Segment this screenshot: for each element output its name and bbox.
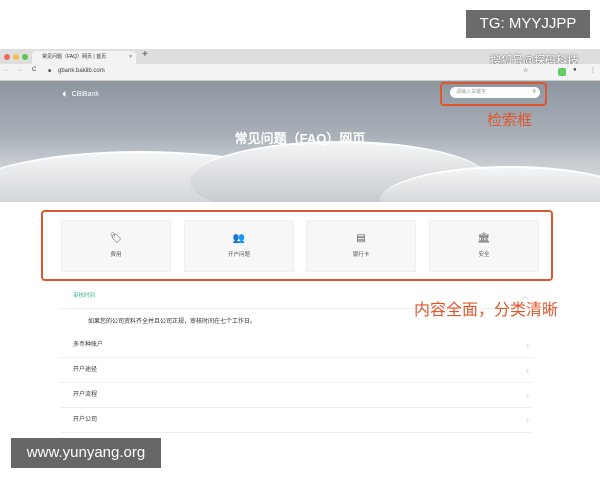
faq-answer: 如果您的公司资料齐全并且公司正规，审核时间在七个工作日。 [88,319,257,325]
category-label: 银行卡 [352,252,370,258]
bank-icon: 🏛 [477,233,491,244]
content-annotation: 内容全面，分类清晰 [414,302,559,319]
watermark: www.yunyang.org [11,438,161,468]
faq-item[interactable]: 多币种账户 › [60,333,533,358]
close-tab-icon[interactable]: × [129,51,132,64]
search-annotation: 检索框 [487,112,533,129]
lock-icon: ■ [48,68,52,74]
browser-tab-bar: 常见问题（FAQ）网页 | 首页 × + 搜狐号@探码科技 [0,49,600,67]
faq-title: 开户公司 [73,417,98,423]
forward-icon[interactable]: → [17,67,23,73]
logo-text: CBiBank [71,90,99,98]
users-icon: 👥 [232,233,246,244]
logo-icon: ◐ [62,88,69,100]
chevron-right-icon: › [526,390,529,400]
category-label: 费用 [110,252,122,258]
profile-icon[interactable]: ● [573,67,577,73]
faq-item[interactable]: 开户公司 › [60,408,533,433]
archive-icon: ▤ [356,233,366,244]
category-label: 安全 [478,252,490,258]
chevron-right-icon: › [526,415,529,425]
tg-badge: TG: MYYJJPP [466,10,590,38]
extension-icon[interactable] [558,68,566,76]
category-card-fees[interactable]: 🏷 费用 [61,220,171,272]
category-label: 开户问题 [227,252,250,258]
search-highlight-box [440,82,547,106]
category-card-security[interactable]: 🏛 安全 [429,220,539,272]
tab-title: 常见问题（FAQ）网页 | 首页 [42,54,107,60]
faq-item[interactable]: 开户流程 › [60,383,533,408]
faq-item[interactable]: 开户途径 › [60,358,533,383]
faq-title: 开户流程 [73,392,98,398]
faq-title: 审核时间 [73,293,96,299]
hero-banner: ◐ CBiBank 请输入关键字 ⚲ 检索框 常见问题（FAQ）网页 [0,81,600,202]
maximize-window-dot[interactable] [22,54,28,60]
browser-tab[interactable]: 常见问题（FAQ）网页 | 首页 × [32,51,136,64]
menu-icon[interactable]: ⋮ [590,67,596,74]
star-icon[interactable]: ☆ [523,67,528,74]
new-tab-icon[interactable]: + [142,49,148,60]
faq-title: 开户途径 [73,367,98,373]
category-card-bank-card[interactable]: ▤ 银行卡 [306,220,416,272]
close-window-dot[interactable] [4,54,10,60]
address-bar-row: ← → C ■ gbank.baklib.com ☆ ● ⋮ [0,64,600,81]
url-input[interactable]: gbank.baklib.com [58,68,105,74]
tag-icon: 🏷 [109,233,123,244]
back-icon[interactable]: ← [4,67,10,73]
page-title: 常见问题（FAQ）网页 [234,131,366,146]
chevron-right-icon: › [526,340,529,350]
category-card-account-opening[interactable]: 👥 开户问题 [184,220,294,272]
chevron-right-icon: › [526,365,529,375]
minimize-window-dot[interactable] [13,54,19,60]
reload-icon[interactable]: C [32,67,36,73]
faq-title: 多币种账户 [73,342,104,348]
logo[interactable]: ◐ CBiBank [62,88,99,100]
